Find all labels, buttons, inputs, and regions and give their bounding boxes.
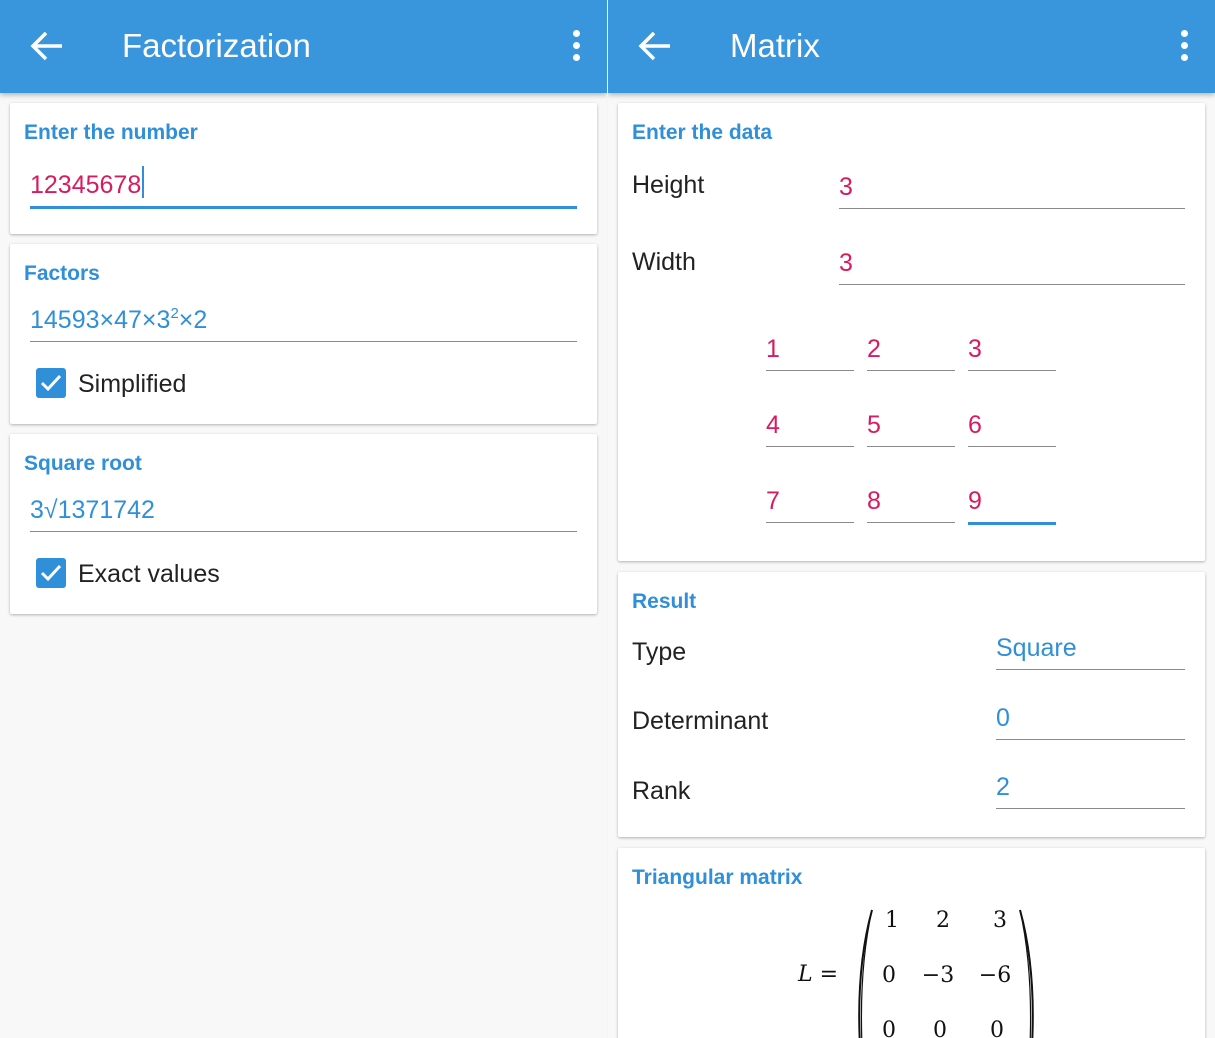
triangular-matrix-card-title: Triangular matrix [632,866,803,889]
input-card: Enter the number 12345678 [10,103,597,234]
triangular-matrix-card: Triangular matrix L = 1 2 3 0 −3 −6 0 0 … [618,848,1205,1038]
matrix-cell[interactable]: 7 [766,477,854,523]
exact-values-checkbox[interactable] [36,558,66,588]
matrix-cell-value: 8 [867,487,881,515]
square-root-card-title: Square root [24,452,142,475]
determinant-output: 0 [996,698,1185,740]
matrix-entry: 0 [990,1018,1004,1038]
factors-value-exponent: 2 [170,305,179,322]
width-label: Width [632,248,696,276]
matrix-entry: 1 [885,908,899,933]
matrix-cell-value: 6 [968,411,982,439]
check-icon [40,564,62,582]
factors-card-title: Factors [24,262,100,285]
page-title: Factorization [122,27,311,64]
rank-label: Rank [632,777,691,805]
width-input[interactable]: 3 [839,239,1185,285]
type-value: Square [996,634,1077,662]
type-label: Type [632,638,687,666]
result-card-title: Result [632,590,697,613]
factors-card: Factors 14593×47×32×2 Simplified [10,244,597,424]
matrix-cell[interactable]: 4 [766,401,854,447]
determinant-label: Determinant [632,707,769,735]
factors-value-base: 14593×47×3 [30,306,171,334]
text-cursor [142,166,145,198]
rank-value: 2 [996,773,1010,801]
exact-values-label[interactable]: Exact values [78,560,220,589]
matrix-cell-value: 4 [766,411,780,439]
back-arrow-icon[interactable] [30,30,64,62]
more-vert-icon[interactable] [1179,30,1189,62]
rank-output: 2 [996,767,1185,809]
input-card-title: Enter the number [24,121,198,144]
matrix-entry: −3 [921,963,955,988]
factors-value-tail: ×2 [178,306,208,334]
square-root-output: 3√1371742 [30,486,577,532]
data-card: Enter the data Height 3 Width 3 1 2 3 4 … [618,103,1205,561]
matrix-entry: −6 [978,963,1012,988]
more-vert-icon[interactable] [571,30,581,62]
square-root-value: 3√1371742 [30,496,155,524]
matrix-entry: 2 [936,908,950,933]
matrix-cell-value: 7 [766,487,780,515]
matrix-cell-value: 2 [867,335,881,363]
height-label: Height [632,171,705,199]
matrix-cell[interactable]: 5 [867,401,955,447]
height-value: 3 [839,173,853,201]
result-card: Result Type Square Determinant 0 Rank 2 [618,572,1205,837]
matrix-screen: Matrix Enter the data Height 3 Width 3 1… [608,0,1215,1038]
matrix-lhs: L = [798,962,839,987]
right-paren-icon [1019,909,1034,1038]
page-title: Matrix [730,27,820,64]
matrix-cell[interactable]: 6 [968,401,1056,447]
simplified-checkbox[interactable] [36,368,66,398]
matrix-cell[interactable]: 8 [867,477,955,523]
matrix-entry: 0 [882,963,896,988]
simplified-label[interactable]: Simplified [78,370,186,399]
matrix-cell[interactable]: 1 [766,325,854,371]
factorization-screen: Factorization Enter the number 12345678 … [0,0,607,1038]
width-value: 3 [839,249,853,277]
number-input-value: 12345678 [30,171,142,199]
determinant-value: 0 [996,704,1010,732]
app-bar: Factorization [0,0,607,93]
data-card-title: Enter the data [632,121,773,144]
matrix-cell-value: 5 [867,411,881,439]
matrix-cell[interactable]: 2 [867,325,955,371]
check-icon [40,374,62,392]
factors-output: 14593×47×32×2 [30,296,577,342]
number-input[interactable]: 12345678 [30,153,577,209]
matrix-cell-value: 3 [968,335,982,363]
type-output: Square [996,628,1185,670]
triangular-matrix: L = 1 2 3 0 −3 −6 0 0 0 [768,906,1068,1038]
back-arrow-icon[interactable] [638,30,672,62]
app-bar: Matrix [608,0,1215,93]
matrix-cell-value: 9 [968,487,982,515]
height-input[interactable]: 3 [839,163,1185,209]
matrix-cell[interactable]: 9 [968,477,1056,525]
matrix-entry: 0 [933,1018,947,1038]
matrix-entry: 0 [882,1018,896,1038]
matrix-cell-value: 1 [766,335,780,363]
square-root-card: Square root 3√1371742 Exact values [10,434,597,614]
matrix-cell[interactable]: 3 [968,325,1056,371]
